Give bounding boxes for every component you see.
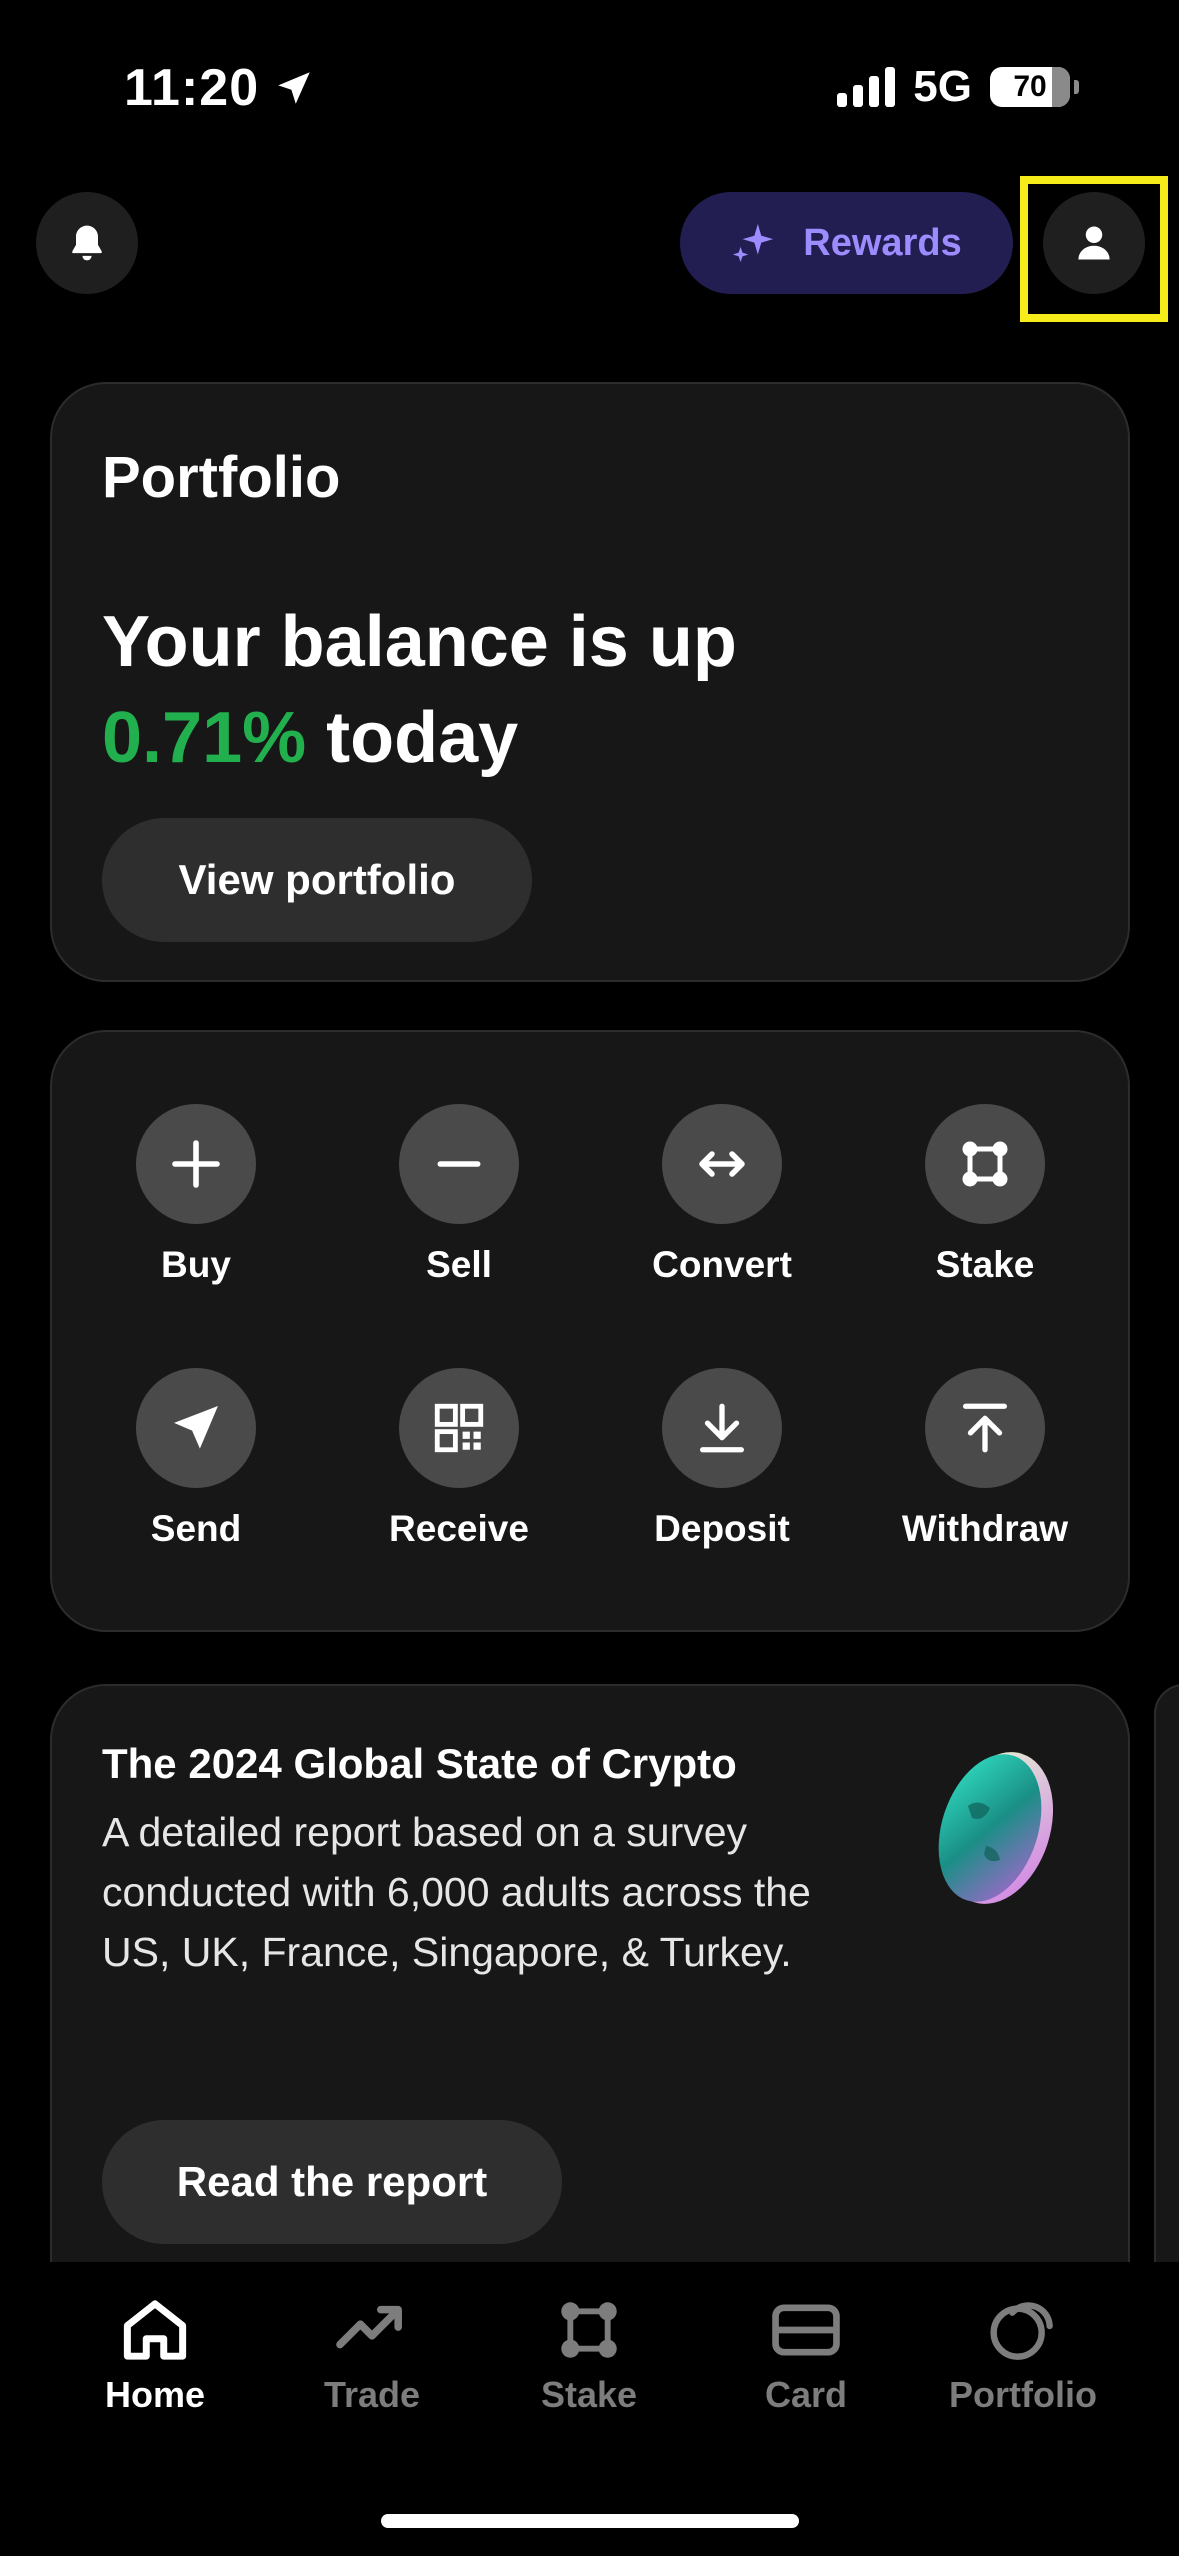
action-label: Stake (935, 1244, 1035, 1285)
qr-code-icon (399, 1368, 519, 1488)
home-icon (123, 2300, 187, 2360)
notifications-button[interactable] (36, 192, 138, 294)
action-buy[interactable]: Buy (81, 1104, 311, 1286)
portfolio-card: Portfolio Your balance is up 0.71% today… (50, 382, 1130, 982)
home-indicator[interactable] (381, 2514, 799, 2528)
nav-label: Home (104, 2374, 206, 2415)
withdraw-icon (925, 1368, 1045, 1488)
action-label: Send (150, 1508, 242, 1549)
action-convert[interactable]: Convert (607, 1104, 837, 1286)
arrows-horizontal-icon (662, 1104, 782, 1224)
balance-headline-line1: Your balance is up (102, 602, 737, 682)
trend-up-icon (336, 2305, 402, 2349)
status-time: 11:20 (124, 58, 315, 118)
action-stake[interactable]: Stake (870, 1104, 1100, 1286)
deposit-icon (662, 1368, 782, 1488)
action-receive[interactable]: Receive (344, 1368, 574, 1550)
action-deposit[interactable]: Deposit (607, 1368, 837, 1550)
action-label: Deposit (654, 1508, 790, 1549)
status-time-text: 11:20 (124, 59, 260, 117)
coin-illustration-icon (938, 1752, 1054, 1904)
quick-actions-card: Buy Sell Convert Stake Send Receive Depo… (50, 1030, 1130, 1632)
card-icon (772, 2304, 840, 2356)
bottom-nav: Home Trade Stake Card Portfolio (0, 2262, 1179, 2556)
balance-headline-suffix: today (306, 698, 519, 778)
action-label: Buy (161, 1244, 231, 1285)
nav-label: Portfolio (949, 2374, 1097, 2415)
balance-change-percent: 0.71% (102, 698, 307, 778)
send-icon (136, 1368, 256, 1488)
nav-home[interactable]: Home (55, 2298, 255, 2416)
action-label: Convert (652, 1244, 792, 1285)
nav-stake[interactable]: Stake (489, 2298, 689, 2416)
stake-icon (925, 1104, 1045, 1224)
nav-portfolio[interactable]: Portfolio (923, 2298, 1123, 2416)
portfolio-icon (990, 2302, 1053, 2360)
battery-level: 70 (1013, 70, 1047, 103)
view-portfolio-button[interactable]: View portfolio (102, 818, 532, 942)
report-description: A detailed report based on a survey cond… (102, 1809, 811, 1975)
action-label: Sell (426, 1244, 492, 1285)
status-indicators: 5G 70 (837, 62, 1079, 112)
action-withdraw[interactable]: Withdraw (870, 1368, 1100, 1550)
location-arrow-icon (278, 72, 310, 104)
nav-label: Card (764, 2374, 848, 2415)
action-label: Receive (389, 1508, 529, 1549)
bell-icon (72, 225, 102, 261)
plus-icon (136, 1104, 256, 1224)
minus-icon (399, 1104, 519, 1224)
report-title: The 2024 Global State of Crypto (102, 1740, 737, 1787)
action-send[interactable]: Send (81, 1368, 311, 1550)
stake-icon (561, 2302, 617, 2358)
balance-headline-line2: 0.71% today (102, 690, 737, 786)
nav-label: Trade (323, 2374, 421, 2415)
read-report-button[interactable]: Read the report (102, 2120, 562, 2244)
status-bar: 11:20 5G 70 (0, 0, 1179, 170)
rewards-button[interactable]: Rewards (680, 192, 1013, 294)
action-label: Withdraw (901, 1508, 1069, 1549)
action-sell[interactable]: Sell (344, 1104, 574, 1286)
highlight-annotation (1020, 176, 1168, 322)
network-type: 5G (913, 62, 972, 111)
nav-card[interactable]: Card (706, 2298, 906, 2416)
portfolio-title: Portfolio (102, 445, 341, 510)
nav-trade[interactable]: Trade (272, 2298, 472, 2416)
rewards-label: Rewards (803, 221, 962, 264)
battery-icon: 70 (990, 67, 1070, 107)
sparkle-icon (733, 223, 774, 263)
cellular-signal-icon (837, 67, 896, 107)
balance-headline: Your balance is up 0.71% today (102, 594, 737, 786)
nav-label: Stake (540, 2374, 638, 2415)
